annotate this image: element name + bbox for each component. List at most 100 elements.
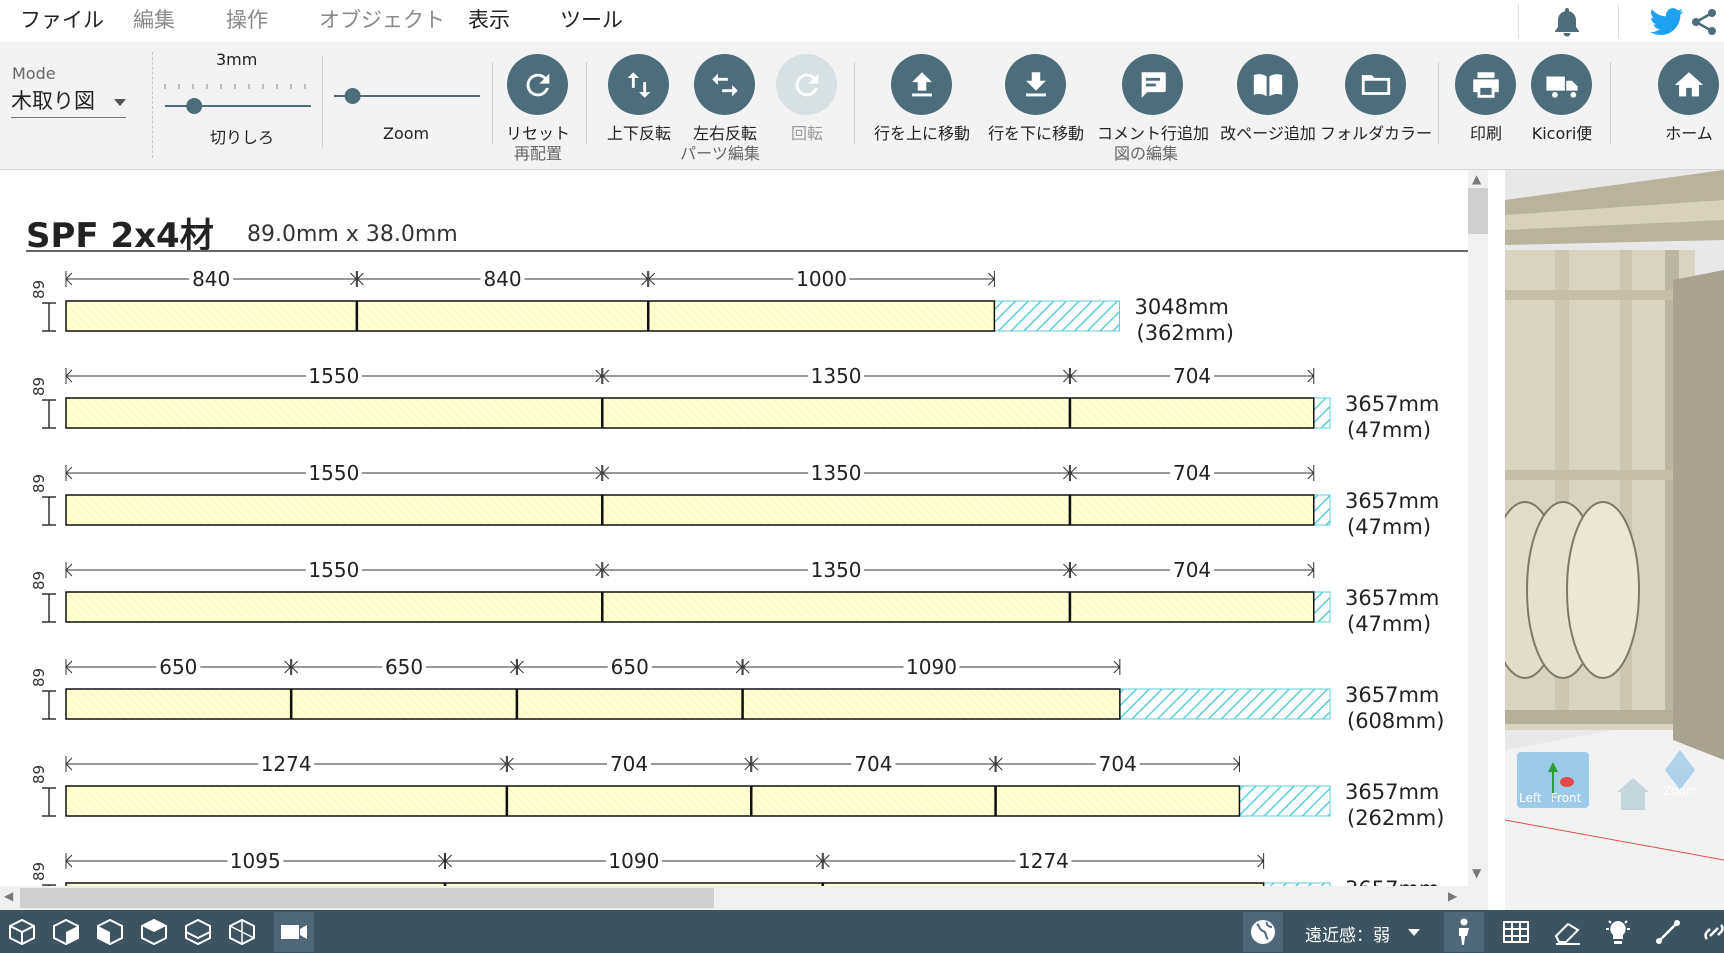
view-cube-icon[interactable] <box>136 914 172 950</box>
zoom-slider[interactable] <box>330 76 484 116</box>
person-scale-icon[interactable] <box>1444 912 1484 952</box>
zoom-control[interactable]: Zoom <box>1663 784 1698 798</box>
globe-icon[interactable] <box>1243 912 1283 952</box>
scroll-down-icon[interactable]: ▼ <box>1472 866 1481 880</box>
view-cube-icon[interactable] <box>224 914 260 950</box>
board-row[interactable]: 89 1095 1090 1274 3657mm <box>30 849 1439 886</box>
cut-length-label: 840 <box>192 267 230 291</box>
flip-vertical-button[interactable] <box>608 54 669 115</box>
cut-piece[interactable] <box>356 300 649 332</box>
board-width-label: 89 <box>30 668 48 687</box>
menu-edit[interactable]: 編集 <box>133 6 175 34</box>
cut-length-label: 704 <box>1173 364 1211 388</box>
menu-operate[interactable]: 操作 <box>226 6 268 34</box>
perspective-select[interactable]: 遠近感：弱 <box>1305 921 1390 946</box>
view-cube-icon[interactable] <box>4 914 40 950</box>
menu-object[interactable]: オブジェクト <box>319 6 445 34</box>
link-icon[interactable] <box>1696 914 1724 950</box>
add-page-button[interactable] <box>1237 54 1298 115</box>
scroll-thumb[interactable] <box>20 888 714 908</box>
cut-piece[interactable] <box>750 785 996 817</box>
home-icon <box>1674 71 1703 96</box>
scroll-up-icon[interactable]: ▲ <box>1472 172 1481 186</box>
cut-piece[interactable] <box>602 494 1071 526</box>
home-button[interactable] <box>1658 54 1719 115</box>
board-length-label: 3048mm <box>1135 295 1229 319</box>
flip-vertical-icon <box>627 71 650 98</box>
add-comment-button[interactable] <box>1122 54 1183 115</box>
menu-tools[interactable]: ツール <box>560 6 623 34</box>
cut-piece[interactable] <box>995 785 1241 817</box>
view-cube-icon[interactable] <box>48 914 84 950</box>
flip-horizontal-button[interactable] <box>694 54 755 115</box>
cut-length-label: 1350 <box>811 364 862 388</box>
nav-cube-left[interactable]: Left <box>1519 791 1542 805</box>
zoom-slider-handle[interactable] <box>344 88 361 104</box>
cut-piece[interactable] <box>65 591 603 623</box>
vertical-scrollbar[interactable]: ▲ ▼ <box>1468 170 1488 886</box>
menu-view[interactable]: 表示 <box>468 6 510 34</box>
reset-button[interactable] <box>507 54 568 115</box>
cut-piece[interactable] <box>602 591 1071 623</box>
eraser-icon[interactable] <box>1550 914 1586 950</box>
kerf-slider-handle[interactable] <box>186 98 203 114</box>
board-row[interactable]: 89 1550 1350 704 3657mm(47mm) <box>30 364 1439 442</box>
cut-length-label: 1550 <box>308 364 359 388</box>
row-down-button[interactable] <box>1005 54 1066 115</box>
zoom-label: Zoom <box>383 124 430 143</box>
cut-piece[interactable] <box>516 688 743 720</box>
board-row[interactable]: 89 1550 1350 704 3657mm(47mm) <box>30 558 1439 636</box>
board-row[interactable]: 89 1274 704 704 704 3657mm(262mm) <box>30 752 1444 830</box>
nav-cube-front[interactable]: Front <box>1551 791 1582 805</box>
cut-piece[interactable] <box>65 688 292 720</box>
menu-file[interactable]: ファイル <box>20 6 104 34</box>
cut-piece[interactable] <box>65 397 603 429</box>
lightbulb-icon[interactable] <box>1600 914 1636 950</box>
cut-piece[interactable] <box>65 300 358 332</box>
cut-piece[interactable] <box>506 785 752 817</box>
rotate-button[interactable] <box>776 54 837 115</box>
view-cube-icon[interactable] <box>92 914 128 950</box>
board-row[interactable]: 89 840 840 1000 3048mm(362mm) <box>30 267 1234 345</box>
cut-piece[interactable] <box>742 688 1121 720</box>
cut-length-label: 1274 <box>261 752 312 776</box>
camera-icon[interactable] <box>274 912 314 952</box>
print-button[interactable] <box>1455 54 1516 115</box>
cut-piece[interactable] <box>65 785 508 817</box>
cut-length-label: 650 <box>385 655 423 679</box>
board-row[interactable]: 89 650 650 650 1090 3657mm(608mm) <box>30 655 1444 733</box>
row-up-button[interactable] <box>891 54 952 115</box>
cut-piece[interactable] <box>1069 591 1315 623</box>
measure-icon[interactable] <box>1650 914 1686 950</box>
cut-piece[interactable] <box>65 494 603 526</box>
toolbar-divider <box>1438 62 1439 144</box>
cut-piece[interactable] <box>290 688 518 720</box>
cut-piece[interactable] <box>1069 397 1315 429</box>
cut-piece[interactable] <box>602 397 1071 429</box>
print-label: 印刷 <box>1469 124 1503 143</box>
cut-piece[interactable] <box>1069 494 1315 526</box>
scroll-left-icon[interactable]: ◀ <box>4 889 13 903</box>
bell-icon[interactable] <box>1552 6 1582 38</box>
kicori-button[interactable] <box>1531 54 1592 115</box>
cut-length-label: 704 <box>854 752 892 776</box>
kerf-slider[interactable] <box>162 76 314 126</box>
twitter-icon[interactable] <box>1650 8 1684 36</box>
menu-divider <box>1618 4 1619 38</box>
cut-length-label: 1274 <box>1018 849 1069 873</box>
home-label: ホーム <box>1665 124 1713 143</box>
3d-preview[interactable]: Left Front Zoom <box>1505 170 1724 910</box>
mode-select[interactable]: 木取り図 <box>11 86 126 118</box>
scroll-right-icon[interactable]: ▶ <box>1448 889 1457 903</box>
grid-icon[interactable] <box>1498 914 1534 950</box>
board-row[interactable]: 89 1550 1350 704 3657mm(47mm) <box>30 461 1439 539</box>
horizontal-scrollbar[interactable]: ◀ ▶ <box>0 886 1488 910</box>
cut-length-label: 704 <box>1173 461 1211 485</box>
cut-piece[interactable] <box>647 300 996 332</box>
share-icon[interactable] <box>1690 8 1718 36</box>
board-width-bracket <box>42 593 56 623</box>
kicori-label: Kicori便 <box>1531 124 1593 143</box>
folder-color-button[interactable] <box>1345 54 1406 115</box>
view-cube-icon[interactable] <box>180 914 216 950</box>
scroll-thumb[interactable] <box>1468 188 1488 234</box>
